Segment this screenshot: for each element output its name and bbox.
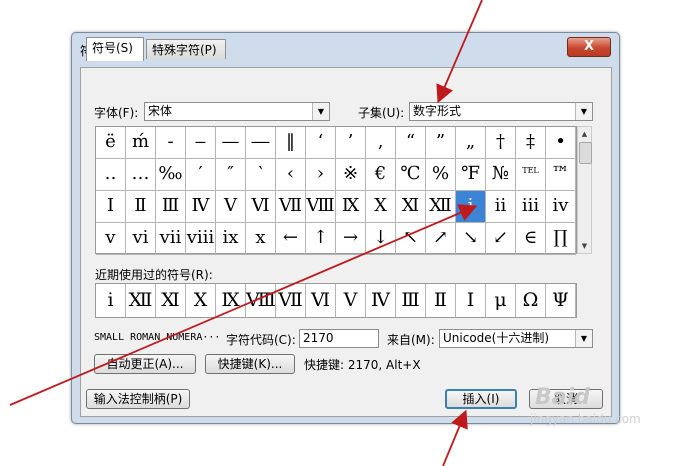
arrow-to-subset [436,0,483,104]
watermark-url: jingyan.baidu.com [530,412,641,426]
arrow-to-insert [442,409,468,466]
tab-symbols[interactable]: 符号(S) [86,37,144,61]
annotation-arrows [9,0,483,466]
arrow-to-selected-symbol [9,204,478,406]
watermark-logo: Baid [535,385,590,410]
